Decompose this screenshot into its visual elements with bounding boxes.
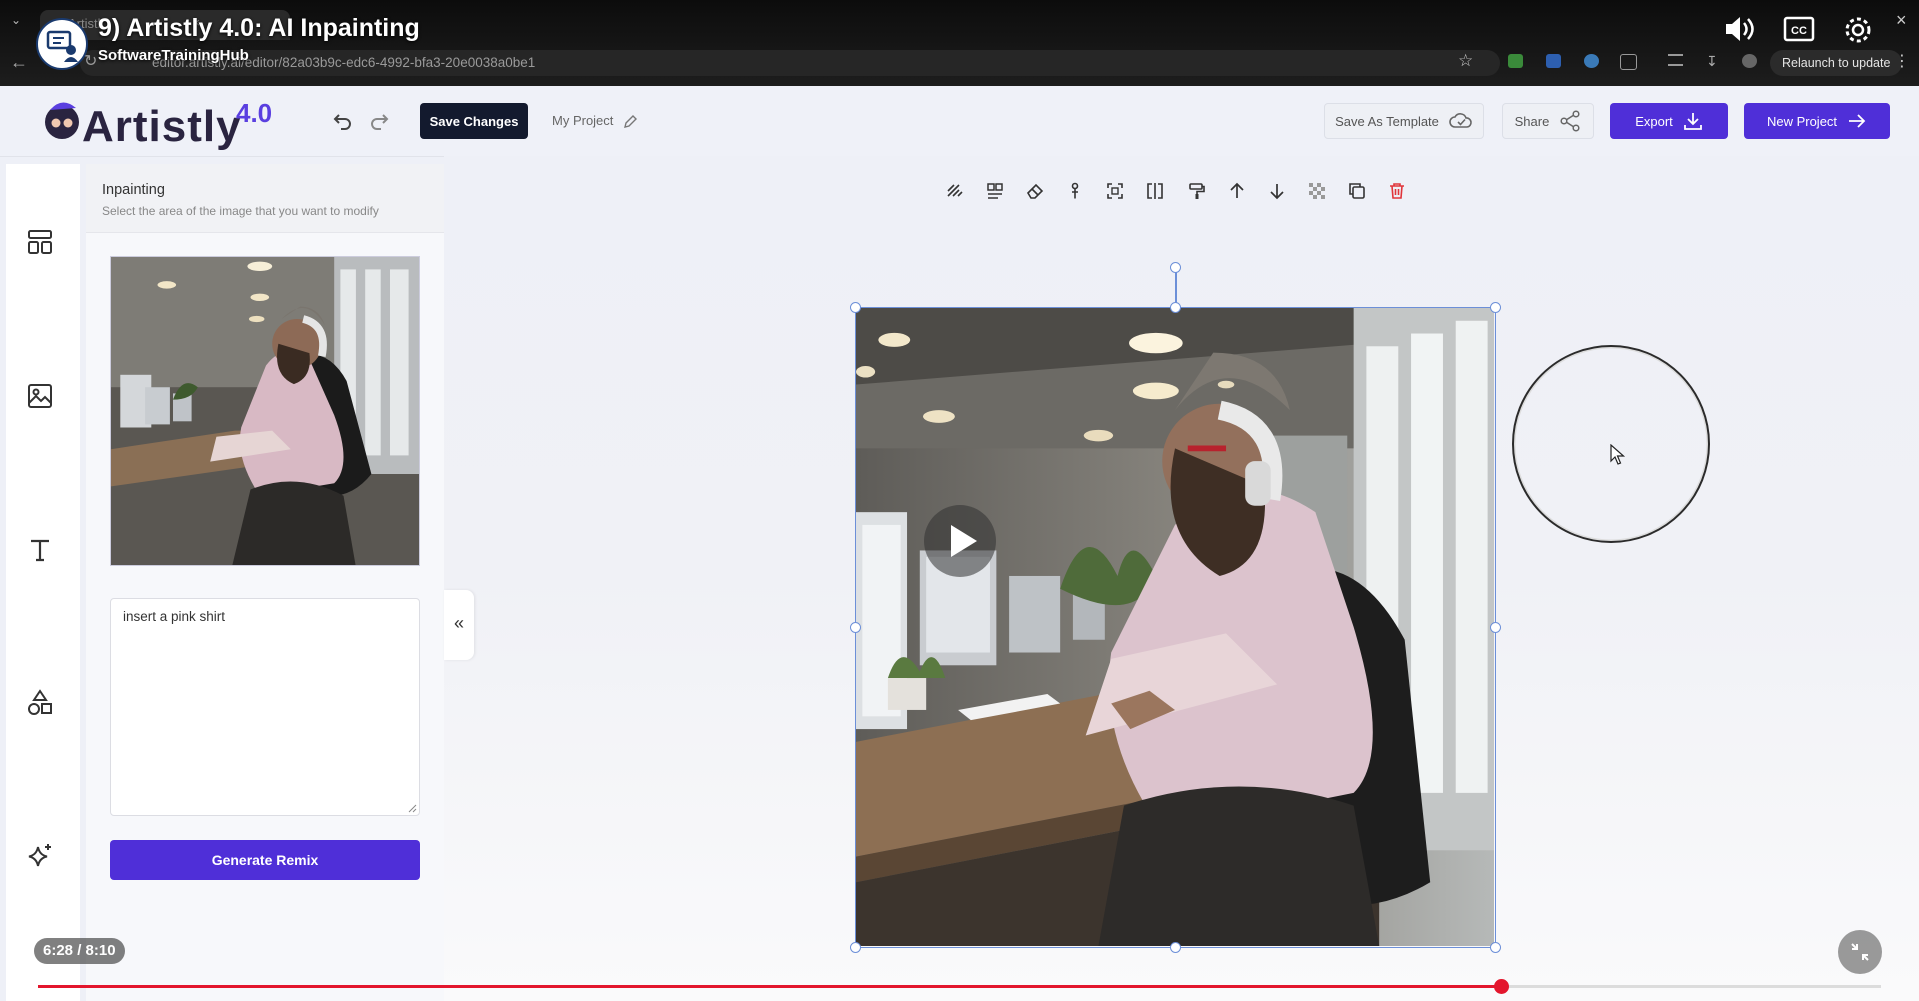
exit-fullscreen-icon (1851, 943, 1869, 961)
panel-title: Inpainting (102, 182, 165, 198)
play-icon (951, 525, 977, 557)
mouse-pointer-icon (1610, 444, 1626, 465)
share-label: Share (1514, 113, 1550, 129)
pin-icon[interactable] (1066, 182, 1084, 200)
resize-handle-top[interactable] (1170, 302, 1181, 313)
resize-handle-right[interactable] (1490, 622, 1501, 633)
inpaint-prompt-textarea[interactable]: insert a pink shirt (110, 598, 420, 816)
extension-sheets-icon[interactable] (1508, 54, 1523, 68)
arrow-down-icon[interactable] (1268, 182, 1286, 200)
collapse-panel-button[interactable]: « (444, 590, 474, 660)
profile-avatar-icon[interactable] (1742, 54, 1757, 68)
robot-logo-icon (45, 102, 79, 139)
download-icon (1683, 113, 1702, 130)
share-button[interactable]: Share (1502, 103, 1594, 139)
generate-remix-button[interactable]: Generate Remix (110, 840, 420, 880)
downloads-icon[interactable]: ↧ (1706, 54, 1721, 68)
office-photo (856, 308, 1494, 946)
bookmark-star-icon[interactable]: ☆ (1458, 51, 1473, 71)
undo-icon[interactable] (332, 110, 354, 132)
crop-icon[interactable] (1106, 182, 1124, 200)
video-title[interactable]: 9) Artistly 4.0: AI Inpainting (98, 14, 420, 43)
play-button[interactable] (924, 505, 996, 577)
resize-handle-top-right[interactable] (1490, 302, 1501, 313)
video-channel-name[interactable]: SoftwareTrainingHub (98, 47, 249, 64)
main-office-photo (856, 308, 1494, 946)
volume-icon[interactable] (1723, 14, 1757, 44)
flip-icon[interactable] (1146, 182, 1164, 200)
project-name-text: My Project (552, 113, 614, 128)
video-time-display: 6:28 / 8:10 (34, 938, 125, 964)
duplicate-icon[interactable] (1348, 182, 1366, 200)
svg-text:CC: CC (1791, 25, 1807, 37)
align-icon[interactable] (986, 182, 1004, 200)
settings-gear-icon[interactable] (1842, 14, 1874, 46)
arrow-up-icon[interactable] (1228, 182, 1246, 200)
close-window-icon[interactable]: × (1896, 10, 1907, 31)
save-changes-button[interactable]: Save Changes (420, 103, 528, 139)
inpainting-panel: Inpainting Select the area of the image … (86, 164, 444, 1001)
image-icon[interactable] (26, 382, 54, 410)
resize-handle-bottom-left[interactable] (850, 942, 861, 953)
resize-handle-bottom[interactable] (1170, 942, 1181, 953)
redo-icon[interactable] (368, 110, 390, 132)
extension-screen-icon[interactable] (1546, 54, 1561, 68)
tab-search-icon[interactable]: ⌄ (6, 10, 26, 30)
left-tool-rail (6, 164, 80, 1001)
browser-menu-icon[interactable]: ⋮ (1894, 51, 1910, 71)
sparkle-icon[interactable] (26, 842, 54, 870)
app-header: Artistly 4.0 Save Changes My Project Sav… (0, 86, 1919, 157)
trash-icon[interactable] (1388, 182, 1406, 200)
address-bar[interactable]: editor.artistly.ai/editor/82a03b9c-edc6-… (80, 50, 1500, 76)
save-as-template-button[interactable]: Save As Template (1324, 103, 1484, 139)
logo-word: Artistly (82, 102, 242, 151)
transparency-icon[interactable] (1308, 182, 1326, 200)
exit-fullscreen-button[interactable] (1838, 930, 1882, 974)
edit-pencil-icon[interactable] (623, 114, 638, 129)
arrow-right-icon (1849, 114, 1866, 128)
layout-icon[interactable] (26, 228, 54, 256)
new-project-label: New Project (1766, 113, 1838, 129)
resize-grip-icon[interactable] (407, 803, 417, 813)
relaunch-button[interactable]: Relaunch to update (1770, 50, 1903, 76)
eraser-icon[interactable] (1026, 182, 1044, 200)
new-project-button[interactable]: New Project (1744, 103, 1890, 139)
selected-image-element[interactable] (855, 307, 1496, 948)
rotate-handle[interactable] (1170, 262, 1181, 273)
save-as-template-label: Save As Template (1335, 113, 1439, 129)
shapes-icon[interactable] (26, 688, 54, 718)
prompt-text: insert a pink shirt (123, 609, 226, 624)
source-image-thumbnail[interactable] (110, 256, 420, 566)
panel-subtitle: Select the area of the image that you wa… (102, 204, 379, 218)
extensions-puzzle-icon[interactable] (1620, 54, 1637, 70)
text-icon[interactable] (26, 536, 54, 564)
export-button[interactable]: Export (1610, 103, 1728, 139)
resize-handle-bottom-right[interactable] (1490, 942, 1501, 953)
export-label: Export (1635, 113, 1673, 129)
channel-logo-icon[interactable] (36, 18, 88, 70)
extension-globe-icon[interactable] (1584, 54, 1599, 68)
browser-chrome: ⌄ Artistl × ← editor.artistly.ai/editor/… (0, 0, 1919, 86)
panel-header: Inpainting Select the area of the image … (86, 164, 444, 233)
office-photo-thumbnail (111, 257, 419, 565)
closed-captions-icon[interactable]: CC (1783, 14, 1815, 44)
share-icon (1560, 110, 1580, 132)
media-control-icon[interactable] (1668, 54, 1683, 66)
resize-handle-left[interactable] (850, 622, 861, 633)
pattern-icon[interactable] (946, 182, 964, 200)
cloud-icon (1449, 113, 1472, 128)
resize-handle-top-left[interactable] (850, 302, 861, 313)
video-progress-fill (38, 985, 1502, 988)
project-name[interactable]: My Project (552, 113, 638, 129)
back-icon[interactable]: ← (10, 52, 28, 73)
video-progress-bar[interactable] (38, 979, 1881, 994)
paint-roller-icon[interactable] (1188, 182, 1206, 200)
logo-version: 4.0 (236, 98, 273, 128)
